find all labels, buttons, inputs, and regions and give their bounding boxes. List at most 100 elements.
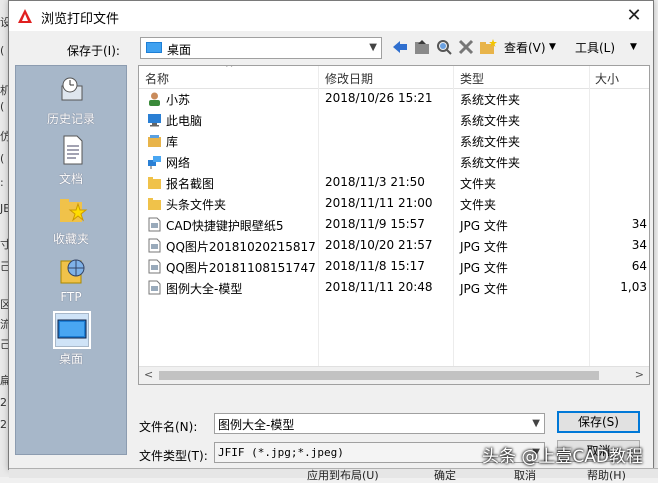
user-folder-icon — [149, 92, 160, 106]
scrollbar-thumb[interactable] — [159, 371, 599, 380]
file-list[interactable]: 名称 ^ 修改日期 类型 大小 小苏 2018/10/26 15:21 系统文件夹此… — [138, 65, 650, 385]
place-label: 桌面 — [58, 352, 83, 366]
view-menu[interactable]: 查看(V) — [504, 39, 546, 56]
help-button[interactable]: 帮助(H) — [587, 467, 626, 483]
file-size: 1,03 — [620, 280, 647, 294]
library-icon — [148, 135, 161, 147]
file-name: 头条文件夹 — [166, 198, 227, 212]
up-folder-icon[interactable] — [413, 38, 431, 56]
close-button[interactable]: ✕ — [621, 5, 647, 27]
title-bar: 浏览打印文件 ✕ — [9, 1, 653, 31]
desktop-small-icon — [146, 42, 162, 53]
folder-icon — [148, 177, 161, 189]
filename-label: 文件名(N): — [139, 420, 198, 434]
column-date[interactable]: 修改日期 — [325, 70, 373, 87]
places-bar: 历史记录 文档 收藏夹 FTP 桌面 — [15, 65, 127, 455]
view-dropdown-icon[interactable]: ▼ — [549, 42, 556, 52]
ftp-icon — [60, 259, 85, 284]
filename-input[interactable]: 图例大全-模型 ▼ — [214, 413, 545, 434]
back-arrow-icon[interactable] — [391, 38, 409, 56]
file-name: 图例大全-模型 — [166, 282, 243, 296]
watermark-text: 头条 @上壹CAD教程 — [482, 447, 643, 467]
file-date: 2018/10/20 21:57 — [325, 238, 433, 252]
filetype-label: 文件类型(T): — [139, 449, 208, 463]
file-type: JPG 文件 — [460, 240, 508, 254]
ok-button[interactable]: 确定 — [434, 467, 456, 483]
file-date: 2018/11/11 21:00 — [325, 196, 433, 210]
column-type[interactable]: 类型 — [460, 70, 484, 87]
file-row[interactable]: QQ图片20181020215817 2018/10/20 21:57 JPG 文件… — [139, 235, 649, 256]
chevron-down-icon: ▼ — [532, 418, 540, 429]
save-in-value: 桌面 — [167, 43, 192, 57]
file-row[interactable]: 此电脑 系统文件夹 — [139, 109, 649, 130]
file-type: JPG 文件 — [460, 282, 508, 296]
column-header-row: 名称 ^ 修改日期 类型 大小 — [139, 66, 649, 89]
file-date: 2018/11/11 20:48 — [325, 280, 433, 294]
file-row[interactable]: 小苏 2018/10/26 15:21 系统文件夹 — [139, 88, 649, 109]
apply-to-layout-button[interactable]: 应用到布局(U) — [307, 467, 379, 483]
jpg-file-icon — [148, 217, 161, 232]
history-icon — [61, 77, 83, 101]
file-date: 2018/11/9 15:57 — [325, 217, 425, 231]
jpg-file-icon — [148, 280, 161, 295]
delete-icon[interactable] — [457, 38, 475, 56]
place-label: 历史记录 — [46, 112, 95, 126]
browse-print-file-dialog: 浏览打印文件 ✕ 保存于(I): 桌面 ▼ 查看(V) ▼ 工具(L) ▼ 历史… — [8, 0, 654, 470]
file-type: JPG 文件 — [460, 219, 508, 233]
tools-menu[interactable]: 工具(L) — [575, 39, 615, 56]
file-type: 系统文件夹 — [460, 114, 521, 128]
file-row[interactable]: 库 系统文件夹 — [139, 130, 649, 151]
new-folder-icon[interactable] — [479, 38, 497, 56]
file-type: 文件夹 — [460, 177, 497, 191]
bg-cancel-button[interactable]: 取消 — [514, 467, 536, 483]
folder-icon — [148, 198, 161, 210]
file-type: 系统文件夹 — [460, 93, 521, 107]
save-button[interactable]: 保存(S) — [557, 411, 640, 433]
search-web-icon[interactable] — [435, 38, 453, 56]
file-date: 2018/11/3 21:50 — [325, 175, 425, 189]
jpg-file-icon — [148, 238, 161, 253]
save-in-combo[interactable]: 桌面 ▼ — [140, 37, 382, 59]
file-type: 文件夹 — [460, 198, 497, 212]
file-name: 此电脑 — [166, 114, 203, 128]
column-size[interactable]: 大小 — [595, 70, 619, 87]
network-icon — [148, 156, 161, 169]
place-label: FTP — [60, 290, 82, 304]
place-desktop[interactable]: 桌面 — [16, 311, 126, 372]
file-row[interactable]: 图例大全-模型 2018/11/11 20:48 JPG 文件 1,03 — [139, 277, 649, 298]
file-name: 网络 — [166, 156, 191, 170]
file-date: 2018/11/8 15:17 — [325, 259, 425, 273]
filetype-value: JFIF (*.jpg;*.jpeg) — [218, 446, 344, 459]
file-name: 报名截图 — [166, 177, 215, 191]
file-type: 系统文件夹 — [460, 135, 521, 149]
file-name: 小苏 — [166, 93, 191, 107]
place-favorites[interactable]: 收藏夹 — [16, 192, 126, 252]
place-label: 文档 — [58, 172, 83, 186]
horizontal-scrollbar[interactable]: < > — [139, 366, 649, 384]
file-row[interactable]: CAD快捷键护眼壁纸5 2018/11/9 15:57 JPG 文件 34 — [139, 214, 649, 235]
scroll-right-icon[interactable]: > — [635, 368, 644, 381]
file-size: 64 — [631, 259, 647, 273]
column-name[interactable]: 名称 — [145, 70, 169, 87]
save-in-label: 保存于(I): — [67, 44, 120, 58]
desktop-icon — [53, 311, 91, 349]
place-ftp[interactable]: FTP — [16, 252, 126, 312]
place-documents[interactable]: 文档 — [16, 132, 126, 192]
file-row[interactable]: 头条文件夹 2018/11/11 21:00 文件夹 — [139, 193, 649, 214]
file-row[interactable]: QQ图片20181108151747 2018/11/8 15:17 JPG 文件 6… — [139, 256, 649, 277]
file-name: CAD快捷键护眼壁纸5 — [166, 219, 284, 233]
file-name: QQ图片20181020215817 — [166, 240, 316, 254]
place-history[interactable]: 历史记录 — [16, 72, 126, 132]
tools-dropdown-icon[interactable]: ▼ — [630, 42, 637, 52]
file-name: 库 — [166, 135, 179, 149]
place-label: 收藏夹 — [52, 232, 89, 246]
window-title: 浏览打印文件 — [41, 12, 120, 27]
file-name: QQ图片20181108151747 — [166, 261, 316, 275]
scroll-left-icon[interactable]: < — [144, 368, 153, 381]
chevron-down-icon: ▼ — [369, 42, 377, 53]
file-row[interactable]: 报名截图 2018/11/3 21:50 文件夹 — [139, 172, 649, 193]
autocad-logo-icon — [18, 9, 32, 23]
file-size: 34 — [631, 217, 647, 231]
file-row[interactable]: 网络 系统文件夹 — [139, 151, 649, 172]
file-type: JPG 文件 — [460, 261, 508, 275]
